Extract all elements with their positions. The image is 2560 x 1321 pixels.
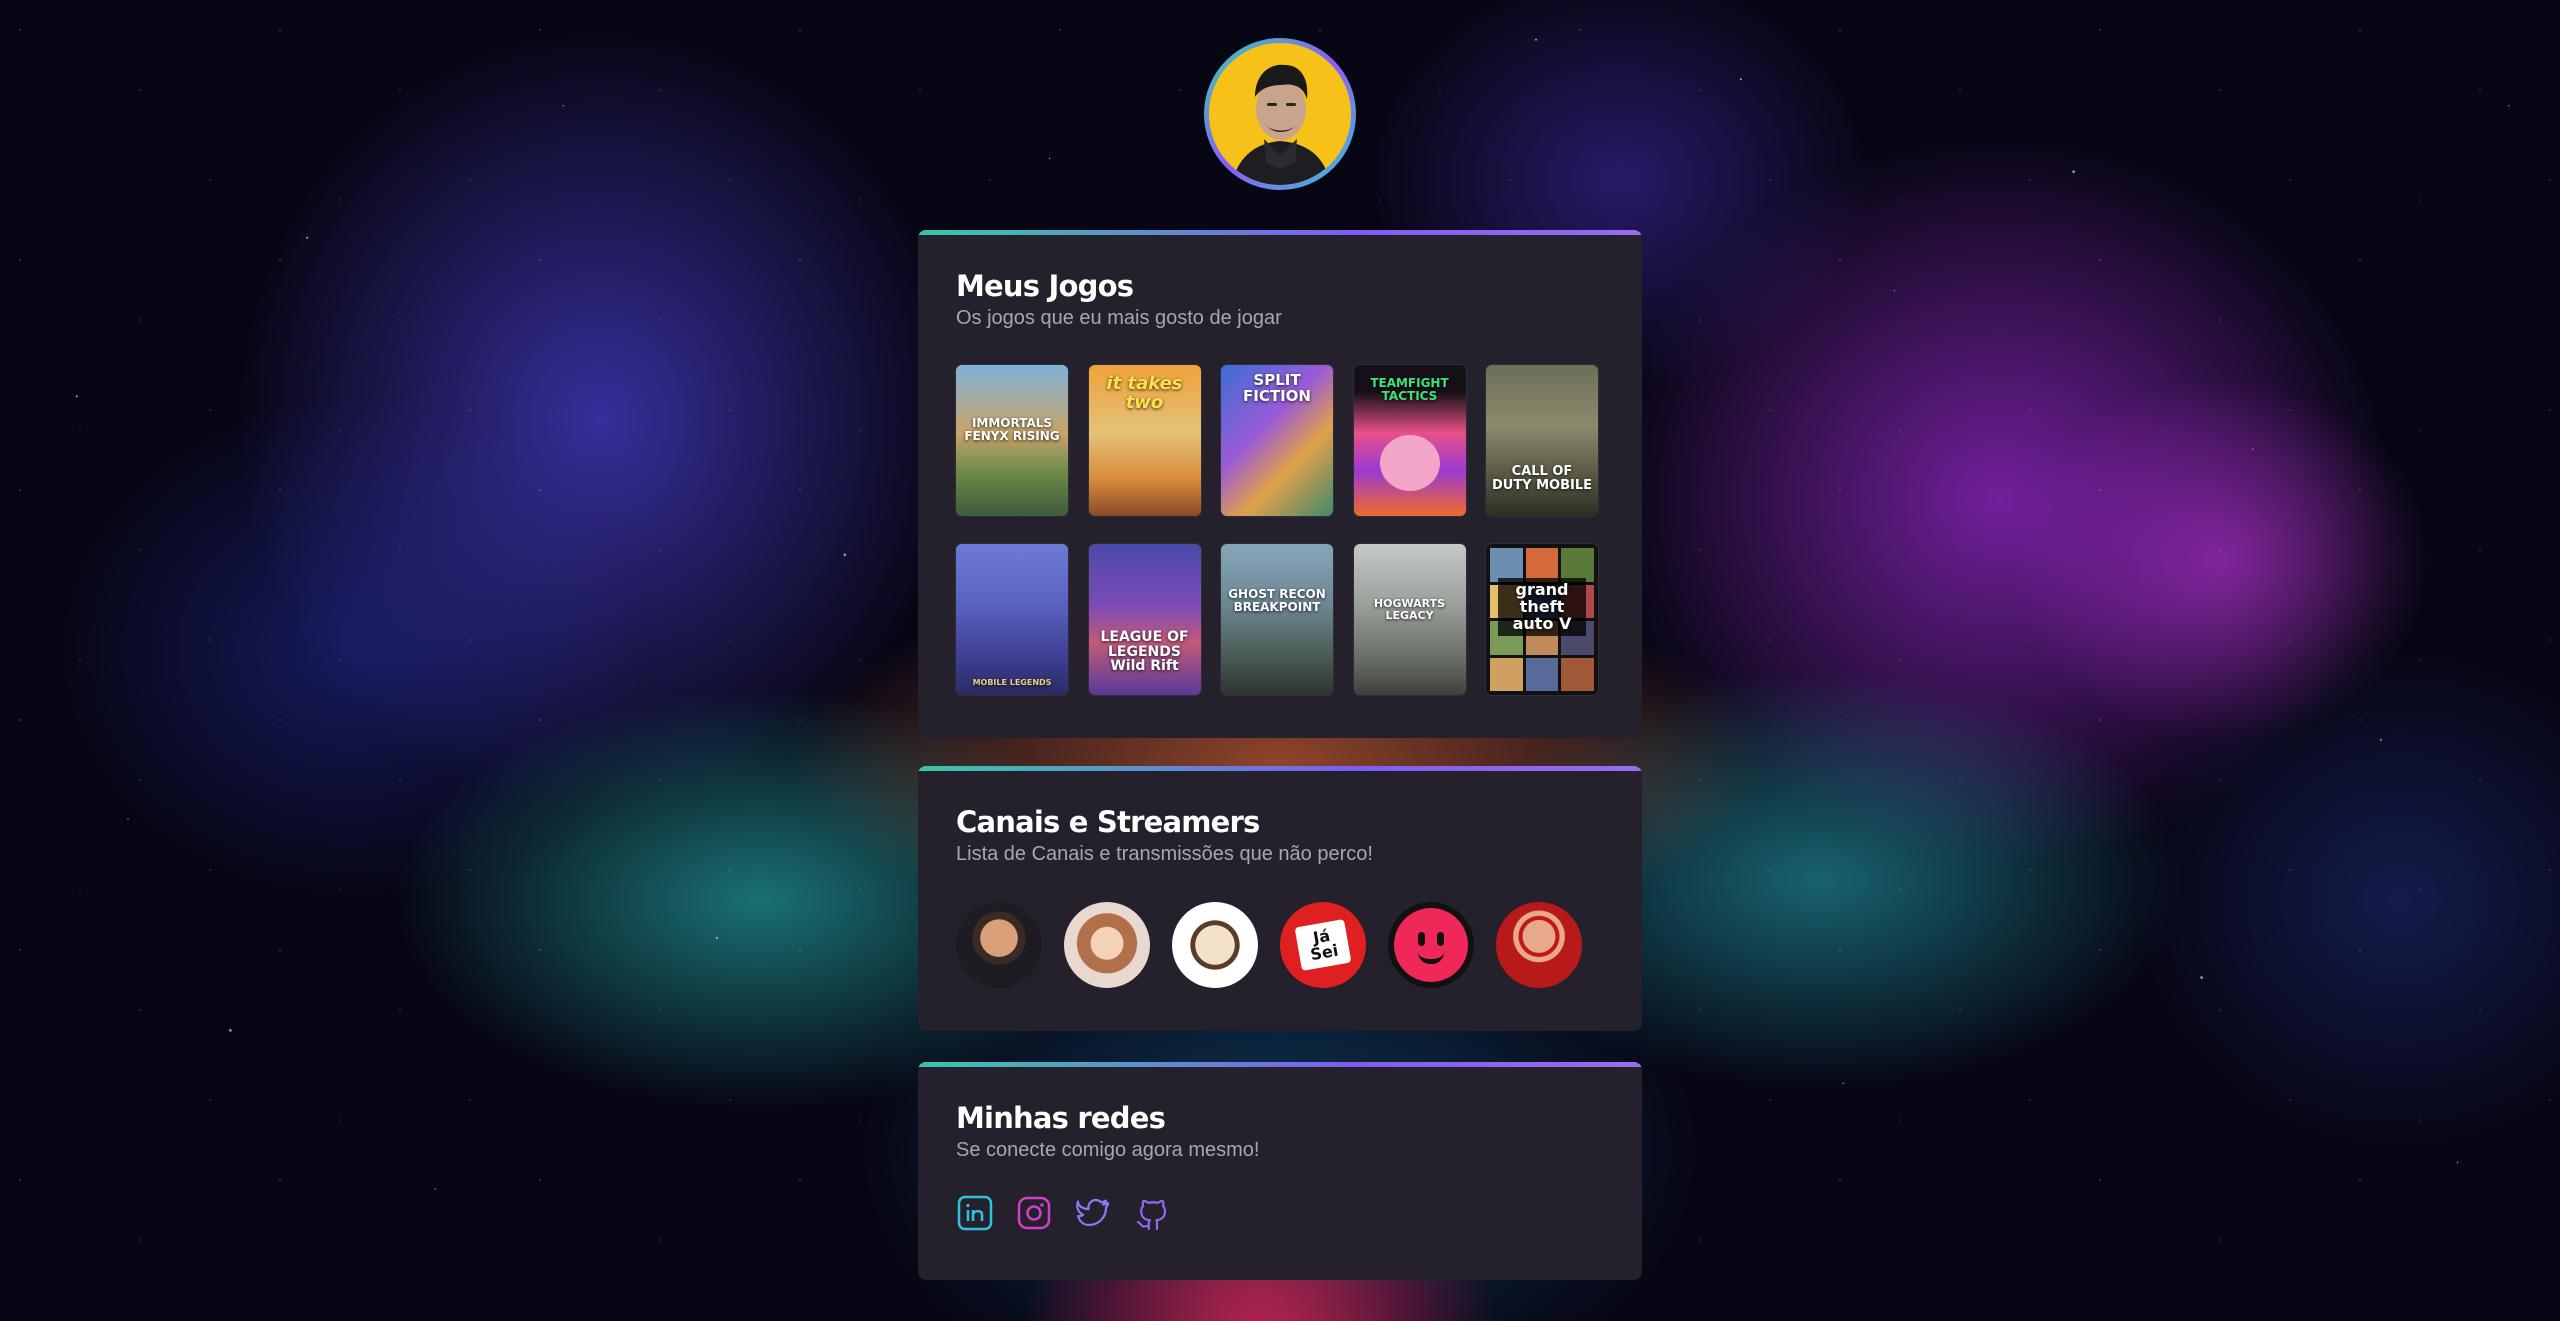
profile-avatar <box>1204 38 1356 190</box>
streamer-avatar-4[interactable]: Já Sei <box>1280 902 1366 988</box>
game-cover-it-takes-two[interactable]: it takes two <box>1088 365 1201 516</box>
ja-sei-label: Já Sei <box>1294 918 1352 972</box>
streamer-avatar-3[interactable] <box>1172 902 1258 988</box>
streamer-avatar-5[interactable] <box>1388 902 1474 988</box>
smiley-face-icon <box>1394 908 1468 982</box>
game-title: HOGWARTS LEGACY <box>1373 597 1446 622</box>
streamer-avatar-1[interactable] <box>956 902 1042 988</box>
game-title: IMMORTALS FENYX RISING <box>964 416 1060 443</box>
game-title: TEAMFIGHT TACTICS <box>1370 376 1449 403</box>
game-cover-call-of-duty-mobile[interactable]: CALL OF DUTY MOBILE <box>1486 365 1598 516</box>
games-grid: IMMORTALS FENYX RISING it takes two SPLI… <box>956 365 1604 695</box>
game-cover-split-fiction[interactable]: SPLIT FICTION <box>1221 365 1333 516</box>
avatar <box>1209 43 1351 185</box>
game-title: it takes two <box>1106 373 1183 413</box>
linkedin-link[interactable] <box>956 1194 994 1232</box>
twitter-icon <box>1076 1198 1110 1227</box>
github-link[interactable] <box>1133 1194 1171 1232</box>
game-title: MOBILE LEGENDS <box>972 677 1052 687</box>
instagram-icon <box>1017 1196 1051 1230</box>
game-cover-immortals[interactable]: IMMORTALS FENYX RISING <box>956 365 1068 516</box>
games-title: Meus Jogos <box>956 269 1134 303</box>
social-title: Minhas redes <box>956 1101 1166 1135</box>
games-card: Meus Jogos Os jogos que eu mais gosto de… <box>918 230 1642 738</box>
game-cover-teamfight-tactics[interactable]: TEAMFIGHT TACTICS <box>1353 365 1466 516</box>
game-cover-hogwarts-legacy[interactable]: HOGWARTS LEGACY <box>1353 544 1466 695</box>
game-cover-ghost-recon[interactable]: GHOST RECON BREAKPOINT <box>1221 544 1333 695</box>
social-card: Minhas redes Se conecte comigo agora mes… <box>918 1062 1642 1280</box>
game-cover-mobile-legends[interactable]: MOBILE LEGENDS <box>956 544 1068 695</box>
streamers-subtitle: Lista de Canais e transmissões que não p… <box>956 843 1373 865</box>
github-icon <box>1136 1199 1167 1231</box>
user-portrait-icon <box>1209 43 1351 185</box>
instagram-link[interactable] <box>1015 1194 1053 1232</box>
game-title: CALL OF DUTY MOBILE <box>1491 464 1593 493</box>
twitter-link[interactable] <box>1074 1194 1112 1232</box>
streamers-card: Canais e Streamers Lista de Canais e tra… <box>918 766 1642 1031</box>
linkedin-icon <box>957 1195 993 1231</box>
game-cover-wild-rift[interactable]: LEAGUE OF LEGENDS Wild Rift <box>1088 544 1201 695</box>
game-title: grand theft auto V <box>1498 578 1586 637</box>
streamers-list: Já Sei <box>956 902 1604 988</box>
streamers-title: Canais e Streamers <box>956 805 1260 839</box>
game-cover-gta-v[interactable]: grand theft auto V <box>1486 544 1598 695</box>
social-subtitle: Se conecte comigo agora mesmo! <box>956 1139 1260 1161</box>
social-links <box>956 1194 1604 1232</box>
game-title: SPLIT FICTION <box>1243 371 1311 405</box>
games-subtitle: Os jogos que eu mais gosto de jogar <box>956 307 1282 329</box>
streamer-avatar-2[interactable] <box>1064 902 1150 988</box>
pengu-illustration <box>1379 435 1440 491</box>
game-title: LEAGUE OF LEGENDS Wild Rift <box>1100 629 1189 675</box>
streamer-avatar-6[interactable] <box>1496 902 1582 988</box>
game-title: GHOST RECON BREAKPOINT <box>1228 587 1326 614</box>
